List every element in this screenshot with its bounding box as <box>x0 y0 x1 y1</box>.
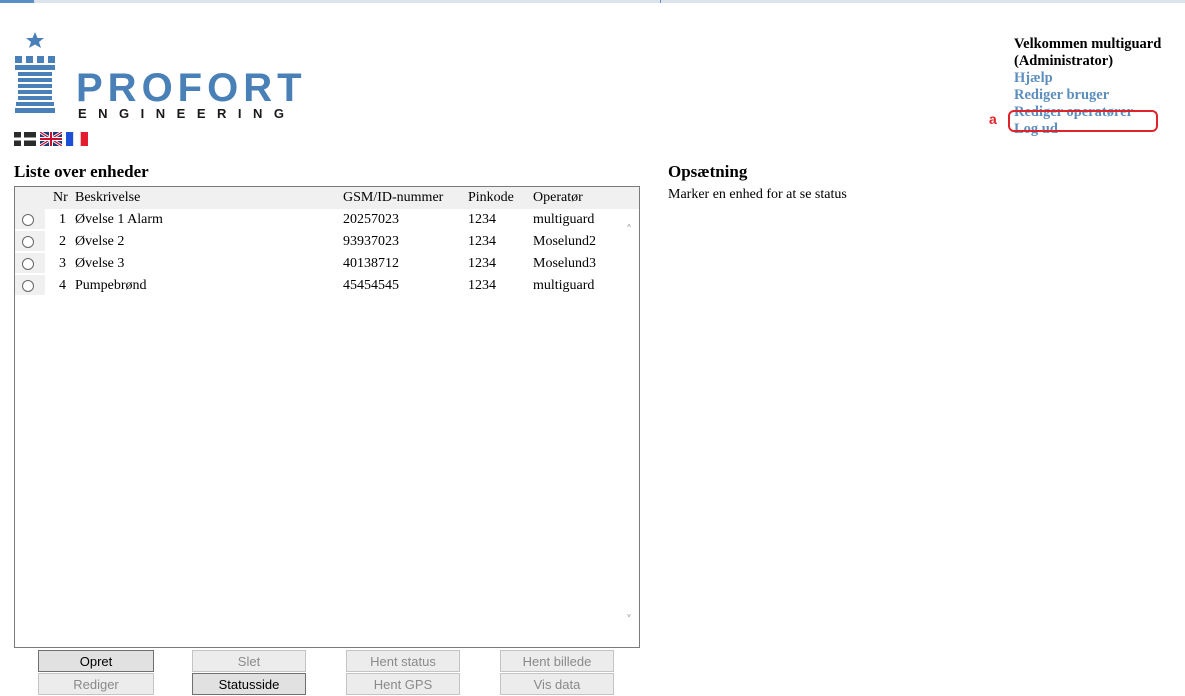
highlight-box <box>1008 110 1158 132</box>
header-gsm: GSM/ID-nummer <box>343 190 444 205</box>
row-radio[interactable] <box>22 258 34 270</box>
fetch-image-button[interactable]: Hent billede <box>500 650 614 672</box>
row-description: Øvelse 1 Alarm <box>75 212 163 227</box>
setup-title: Opsætning <box>668 162 748 181</box>
profort-logo: PROFORT ENGINEERING <box>14 30 304 130</box>
row-pincode: 1234 <box>468 234 496 249</box>
table-row[interactable]: 4 Pumpebrønd 45454545 1234 multiguard <box>15 275 621 295</box>
radio-cell <box>15 275 45 295</box>
row-radio[interactable] <box>22 280 34 292</box>
device-list-title: Liste over enheder <box>14 162 149 181</box>
header-nr: Nr <box>53 190 68 205</box>
row-gsm: 45454545 <box>343 278 399 293</box>
row-pincode: 1234 <box>468 256 496 271</box>
create-button[interactable]: Opret <box>38 650 154 672</box>
row-pincode: 1234 <box>468 212 496 227</box>
top-border-segment <box>0 0 34 3</box>
scroll-down-icon[interactable]: ˅ <box>621 613 637 629</box>
row-gsm: 20257023 <box>343 212 399 227</box>
role-text: (Administrator) <box>1014 53 1114 69</box>
radio-cell <box>15 231 45 251</box>
welcome-text: Velkommen multiguard <box>1014 36 1162 52</box>
row-nr: 3 <box>59 256 66 271</box>
logo-brand-text: PROFORT <box>76 66 307 110</box>
setup-instruction: Marker en enhed for at se status <box>668 187 847 202</box>
delete-button[interactable]: Slet <box>192 650 306 672</box>
danish-flag-icon[interactable] <box>14 132 36 146</box>
scroll-up-icon[interactable]: ˄ <box>621 223 637 239</box>
tower-star-icon <box>15 32 55 113</box>
device-list[interactable]: Nr Beskrivelse GSM/ID-nummer Pinkode Ope… <box>14 186 640 648</box>
row-description: Øvelse 3 <box>75 256 125 271</box>
row-nr: 4 <box>59 278 66 293</box>
row-description: Øvelse 2 <box>75 234 125 249</box>
row-nr: 2 <box>59 234 66 249</box>
fetch-status-button[interactable]: Hent status <box>346 650 460 672</box>
edit-button[interactable]: Rediger <box>38 673 154 695</box>
edit-user-link[interactable]: Rediger bruger <box>1014 87 1161 104</box>
help-link[interactable]: Hjælp <box>1014 70 1161 87</box>
french-flag-icon[interactable] <box>66 132 88 146</box>
fetch-gps-button[interactable]: Hent GPS <box>346 673 460 695</box>
row-pincode: 1234 <box>468 278 496 293</box>
show-data-button[interactable]: Vis data <box>500 673 614 695</box>
row-operator: Moselund2 <box>533 234 596 249</box>
uk-flag-icon[interactable] <box>40 132 62 146</box>
row-operator: Moselund3 <box>533 256 596 271</box>
top-border <box>0 0 1185 3</box>
header-description: Beskrivelse <box>75 190 141 205</box>
list-header: Nr Beskrivelse GSM/ID-nummer Pinkode Ope… <box>15 187 639 209</box>
status-page-button[interactable]: Statusside <box>192 673 306 695</box>
table-row[interactable]: 2 Øvelse 2 93937023 1234 Moselund2 <box>15 231 621 251</box>
row-operator: multiguard <box>533 212 595 227</box>
table-row[interactable]: 3 Øvelse 3 40138712 1234 Moselund3 <box>15 253 621 273</box>
row-description: Pumpebrønd <box>75 278 147 293</box>
row-gsm: 93937023 <box>343 234 399 249</box>
row-nr: 1 <box>59 212 66 227</box>
radio-cell <box>15 209 45 229</box>
logo-subtitle-text: ENGINEERING <box>78 106 296 121</box>
header-operator: Operatør <box>533 190 583 205</box>
row-radio[interactable] <box>22 214 34 226</box>
row-radio[interactable] <box>22 236 34 248</box>
radio-cell <box>15 253 45 273</box>
row-operator: multiguard <box>533 278 595 293</box>
annotation-marker: a <box>989 111 997 127</box>
top-border-segment <box>660 0 661 3</box>
header-pincode: Pinkode <box>468 190 514 205</box>
table-row[interactable]: 1 Øvelse 1 Alarm 20257023 1234 multiguar… <box>15 209 621 229</box>
row-gsm: 40138712 <box>343 256 399 271</box>
